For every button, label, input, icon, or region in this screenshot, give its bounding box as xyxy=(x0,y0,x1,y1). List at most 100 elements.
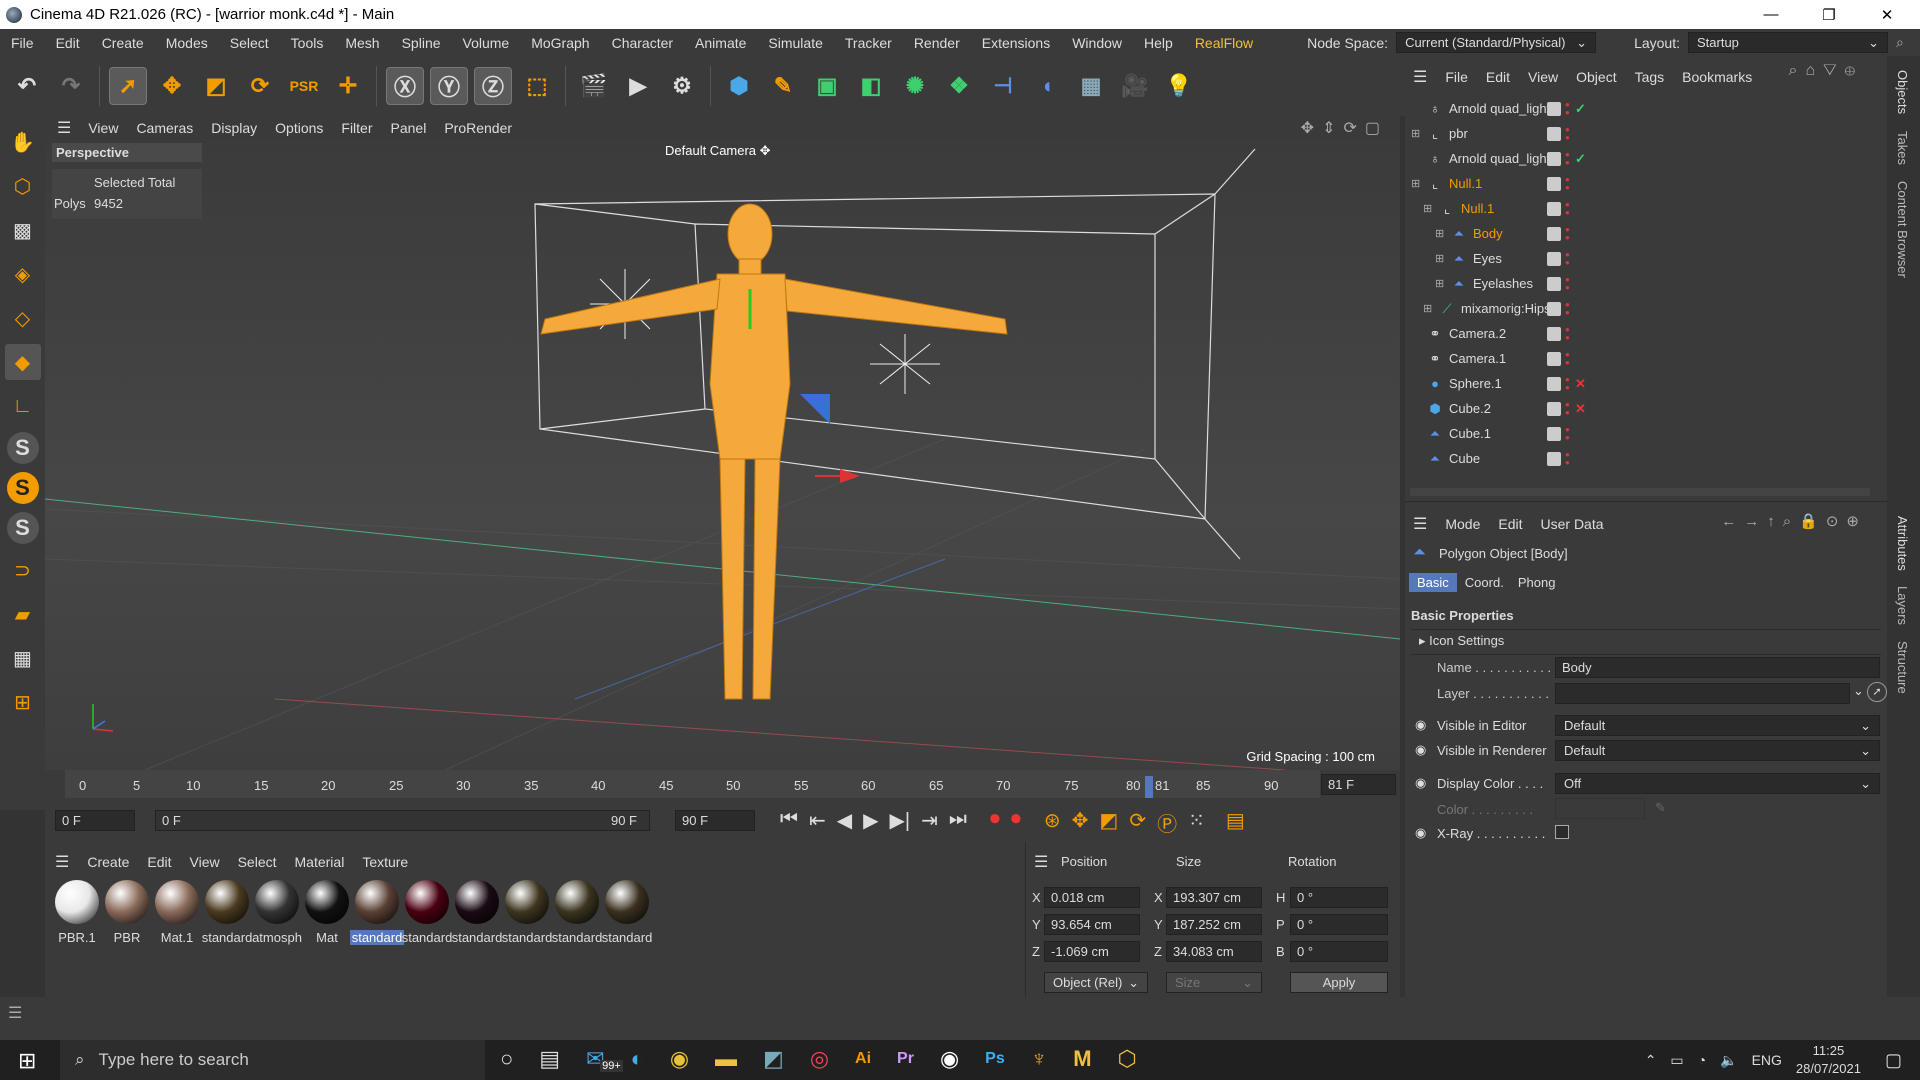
magnet-icon[interactable]: ⊃ xyxy=(5,552,41,588)
layer-tag-icon[interactable] xyxy=(1547,251,1561,266)
point-level-icon[interactable]: ⁙ xyxy=(1188,808,1205,837)
menu-volume[interactable]: Volume xyxy=(452,35,521,51)
language-indicator[interactable]: ENG xyxy=(1752,1052,1782,1068)
node-space-select[interactable]: Current (Standard/Physical) ⌄ xyxy=(1396,32,1597,53)
pos-x-field[interactable]: 0.018 cm xyxy=(1044,887,1140,908)
object-row[interactable]: ⬢ Cube.2 ● ● ✕ xyxy=(1405,396,1875,421)
app2-icon[interactable]: ♆ xyxy=(1031,1046,1048,1072)
cortana-icon[interactable]: ○ xyxy=(500,1046,513,1072)
viewport-menu-panel[interactable]: Panel xyxy=(382,120,436,136)
object-name[interactable]: Eyes xyxy=(1473,251,1599,266)
texture-mode-icon[interactable]: ▩ xyxy=(5,212,41,248)
anim-dot-icon[interactable]: ◉ xyxy=(1415,825,1426,841)
file-explorer-icon[interactable]: ▬ xyxy=(715,1046,737,1072)
clock[interactable]: 11:25 28/07/2021 xyxy=(1796,1042,1861,1078)
visibility-dots-icon[interactable]: ● ● xyxy=(1565,200,1570,217)
layer-tag-icon[interactable] xyxy=(1547,201,1561,216)
material-label[interactable]: standard xyxy=(350,930,404,945)
tab-attributes[interactable]: Attributes xyxy=(1895,516,1910,571)
snap-enable-icon[interactable]: S xyxy=(6,472,39,504)
psr-icon[interactable]: PSR xyxy=(285,67,323,105)
extrude-icon[interactable]: ◧ xyxy=(852,67,890,105)
expand-toggle[interactable]: ⊞ xyxy=(1411,127,1425,140)
tab-structure[interactable]: Structure xyxy=(1895,641,1910,694)
objmgr-menu-bookmarks[interactable]: Bookmarks xyxy=(1682,69,1752,85)
menu-select[interactable]: Select xyxy=(219,35,280,51)
material-label[interactable]: atmosph xyxy=(250,930,304,945)
objmgr-menu-edit[interactable]: Edit xyxy=(1486,69,1510,85)
attr-menu-edit[interactable]: Edit xyxy=(1498,516,1522,532)
object-row[interactable]: ⊞ ⏶ Eyes ● ● xyxy=(1405,246,1875,271)
cloner-icon[interactable]: ✺ xyxy=(896,67,934,105)
close-button[interactable]: ✕ xyxy=(1858,0,1916,29)
cinema4d-taskbar-icon[interactable]: ◉ xyxy=(940,1046,959,1072)
battery-icon[interactable]: ▭ xyxy=(1670,1052,1683,1069)
tray-chevron-icon[interactable]: ⌃ xyxy=(1645,1052,1657,1069)
viewport-menu-prorender[interactable]: ProRender xyxy=(435,120,521,136)
menu-simulate[interactable]: Simulate xyxy=(757,35,833,51)
rot-p-field[interactable]: 0 ° xyxy=(1290,914,1388,935)
timeline-ruler[interactable]: 0 5 10 15 20 25 30 35 40 45 50 55 60 65 … xyxy=(65,770,1320,798)
visibility-dots-icon[interactable]: ● ● xyxy=(1565,425,1570,442)
material-label[interactable]: standard xyxy=(400,930,454,945)
object-name[interactable]: Null.1 xyxy=(1449,176,1599,191)
layer-tag-icon[interactable] xyxy=(1547,451,1561,466)
snap-s-icon[interactable]: S xyxy=(6,432,39,464)
start-frame-field[interactable]: 0 F xyxy=(55,810,135,831)
network-icon[interactable]: ◔ xyxy=(1698,1052,1706,1068)
size-y-field[interactable]: 187.252 cm xyxy=(1166,914,1262,935)
taskbar-search[interactable]: ⌕ Type here to search xyxy=(60,1040,485,1080)
objmgr-menu-view[interactable]: View xyxy=(1528,69,1558,85)
material-swatch[interactable] xyxy=(305,880,349,924)
material-label[interactable]: standard xyxy=(500,930,554,945)
viewport-navigation-icons[interactable]: ✥⇕⟳▢ xyxy=(1301,118,1388,138)
visible-editor-select[interactable]: Default ⌄ xyxy=(1555,715,1880,736)
object-row[interactable]: ♁ Arnold quad_light.4 ● ● ✓ xyxy=(1405,96,1875,121)
floor-icon[interactable]: ▦ xyxy=(1072,67,1110,105)
layer-pick-icon[interactable]: ➚ xyxy=(1867,682,1887,702)
eyedropper-icon[interactable]: ✎ xyxy=(1655,800,1666,816)
material-swatch[interactable] xyxy=(455,880,499,924)
hamburger-icon[interactable]: ☰ xyxy=(45,118,79,138)
material-swatch[interactable] xyxy=(105,880,149,924)
mail-icon[interactable]: ✉ 99+ xyxy=(586,1046,623,1072)
menu-animate[interactable]: Animate xyxy=(684,35,757,51)
visibility-dots-icon[interactable]: ● ● xyxy=(1565,275,1570,292)
anim-dot-icon[interactable]: ◉ xyxy=(1415,742,1426,758)
3d-viewport[interactable]: Perspective Selected Total Polys 9452 De… xyxy=(45,139,1400,770)
layer-tag-icon[interactable] xyxy=(1547,301,1561,316)
pen-icon[interactable]: ✎ xyxy=(764,67,802,105)
visibility-dots-icon[interactable]: ● ● xyxy=(1565,150,1570,167)
object-row[interactable]: ⊞ ⌞ Null.1 ● ● xyxy=(1405,196,1875,221)
hamburger-icon[interactable]: ☰ xyxy=(1413,67,1427,87)
object-name[interactable]: Body xyxy=(1473,226,1599,241)
next-key-icon[interactable]: ⇥ xyxy=(921,808,938,837)
x-axis-icon[interactable]: Ⓧ xyxy=(386,67,424,105)
objmgr-menu-file[interactable]: File xyxy=(1445,69,1468,85)
size-z-field[interactable]: 34.083 cm xyxy=(1166,941,1262,962)
material-swatch[interactable] xyxy=(605,880,649,924)
points-mode-icon[interactable]: ◈ xyxy=(5,256,41,292)
visibility-dots-icon[interactable]: ● ● xyxy=(1565,450,1570,467)
app4-icon[interactable]: ⬡ xyxy=(1118,1046,1137,1072)
object-name[interactable]: Null.1 xyxy=(1461,201,1599,216)
enabled-check-icon[interactable]: ✓ xyxy=(1575,151,1586,167)
autokey-icon[interactable]: ⏺ xyxy=(1011,808,1021,837)
model-mode-icon[interactable]: ⬡ xyxy=(5,168,41,204)
expand-toggle[interactable]: ⊞ xyxy=(1411,177,1425,190)
material-swatch[interactable] xyxy=(155,880,199,924)
size-mode-select[interactable]: Size ⌄ xyxy=(1166,972,1262,993)
snap-settings-icon[interactable]: S xyxy=(6,512,39,544)
cube-icon[interactable]: ⬢ xyxy=(720,67,758,105)
material-label[interactable]: standard xyxy=(600,930,654,945)
deformer-icon[interactable]: ⊣ xyxy=(984,67,1022,105)
minimize-button[interactable]: — xyxy=(1742,0,1800,29)
visible-renderer-select[interactable]: Default ⌄ xyxy=(1555,740,1880,761)
edge-icon[interactable]: ◐ xyxy=(631,1046,644,1072)
viewport-menu-view[interactable]: View xyxy=(79,120,127,136)
menu-edit[interactable]: Edit xyxy=(45,35,91,51)
material-label[interactable]: PBR.1 xyxy=(50,930,104,945)
layer-tag-icon[interactable] xyxy=(1547,126,1561,141)
transform-icon[interactable]: ✛ xyxy=(329,67,367,105)
material-label[interactable]: standard xyxy=(550,930,604,945)
